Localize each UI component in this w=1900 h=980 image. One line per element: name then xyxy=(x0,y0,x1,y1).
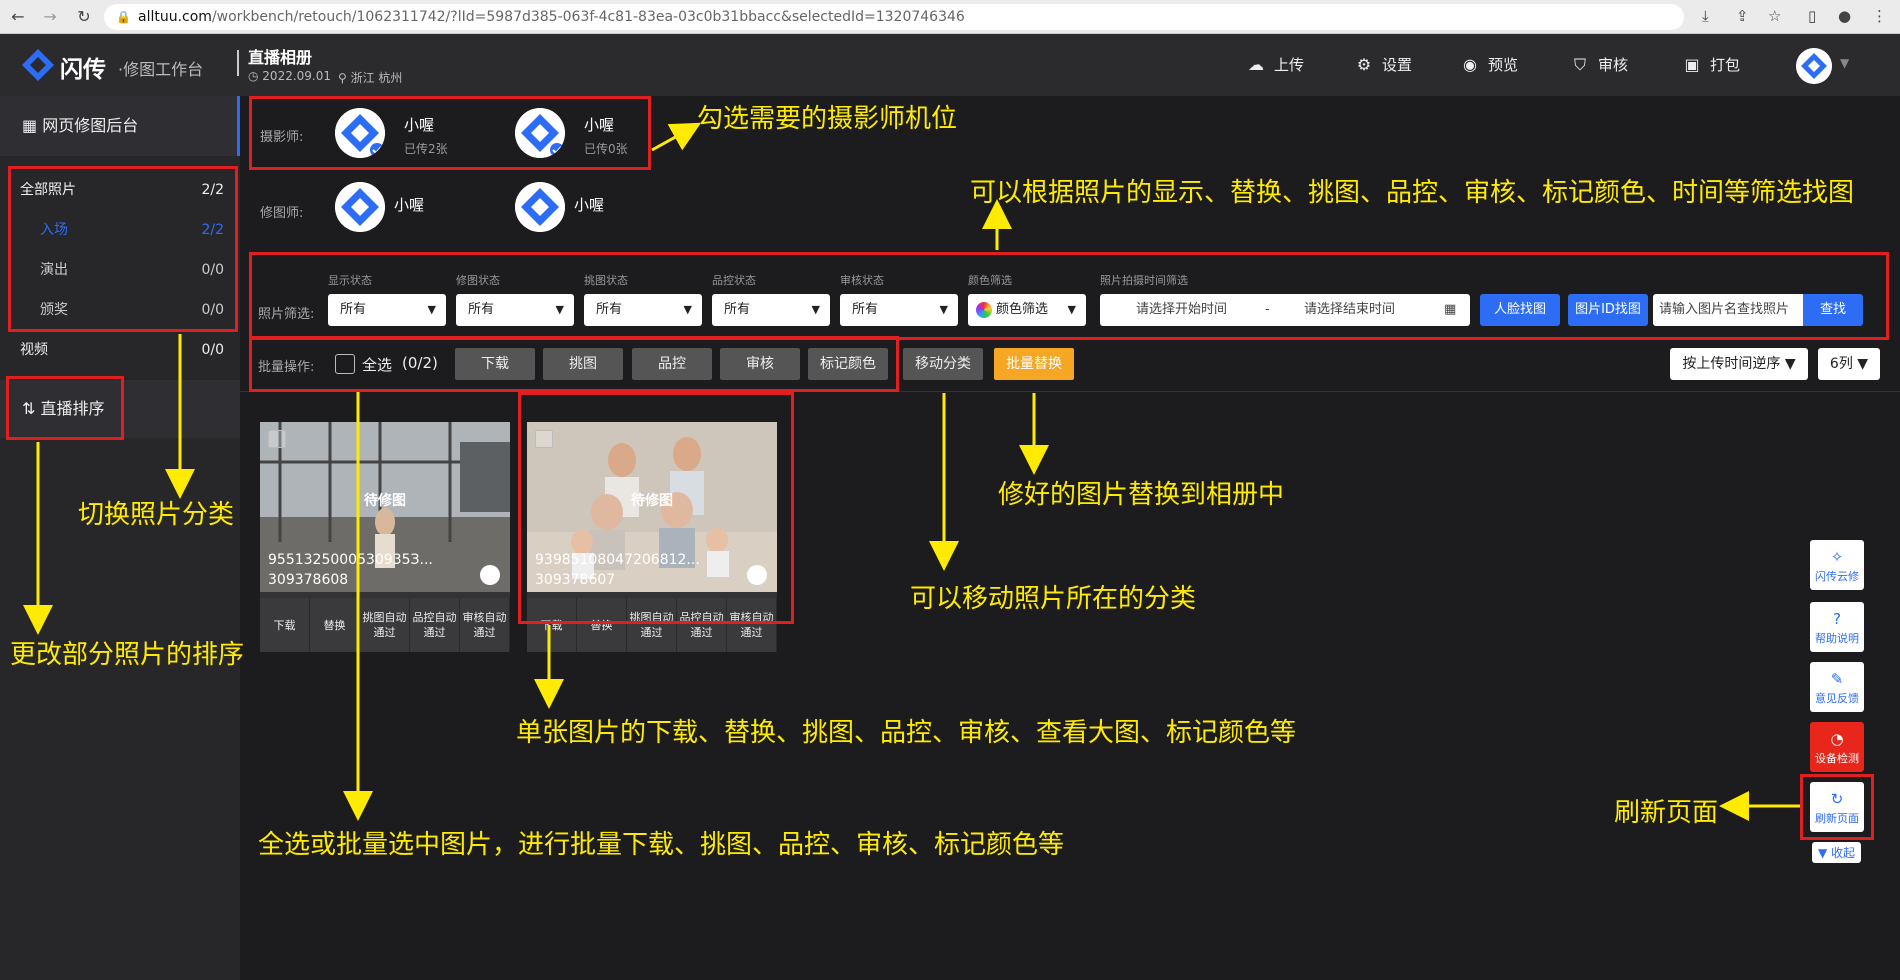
annotation-text: 切换照片分类 xyxy=(78,500,235,530)
annotation-text: 单张图片的下载、替换、挑图、品控、审核、查看大图、标记颜色等 xyxy=(516,718,1297,748)
annotation-text: 可以根据照片的显示、替换、挑图、品控、审核、标记颜色、时间等筛选找图 xyxy=(970,178,1855,208)
annotation-text: 可以移动照片所在的分类 xyxy=(910,584,1197,614)
annotation-text: 修好的图片替换到相册中 xyxy=(998,480,1285,510)
annotation-text: 全选或批量选中图片，进行批量下载、挑图、品控、审核、标记颜色等 xyxy=(258,830,1065,860)
annotation-text: 勾选需要的摄影师机位 xyxy=(697,104,958,134)
annotation-text: 更改部分照片的排序 xyxy=(10,640,245,670)
annotation-text: 刷新页面 xyxy=(1614,798,1719,828)
